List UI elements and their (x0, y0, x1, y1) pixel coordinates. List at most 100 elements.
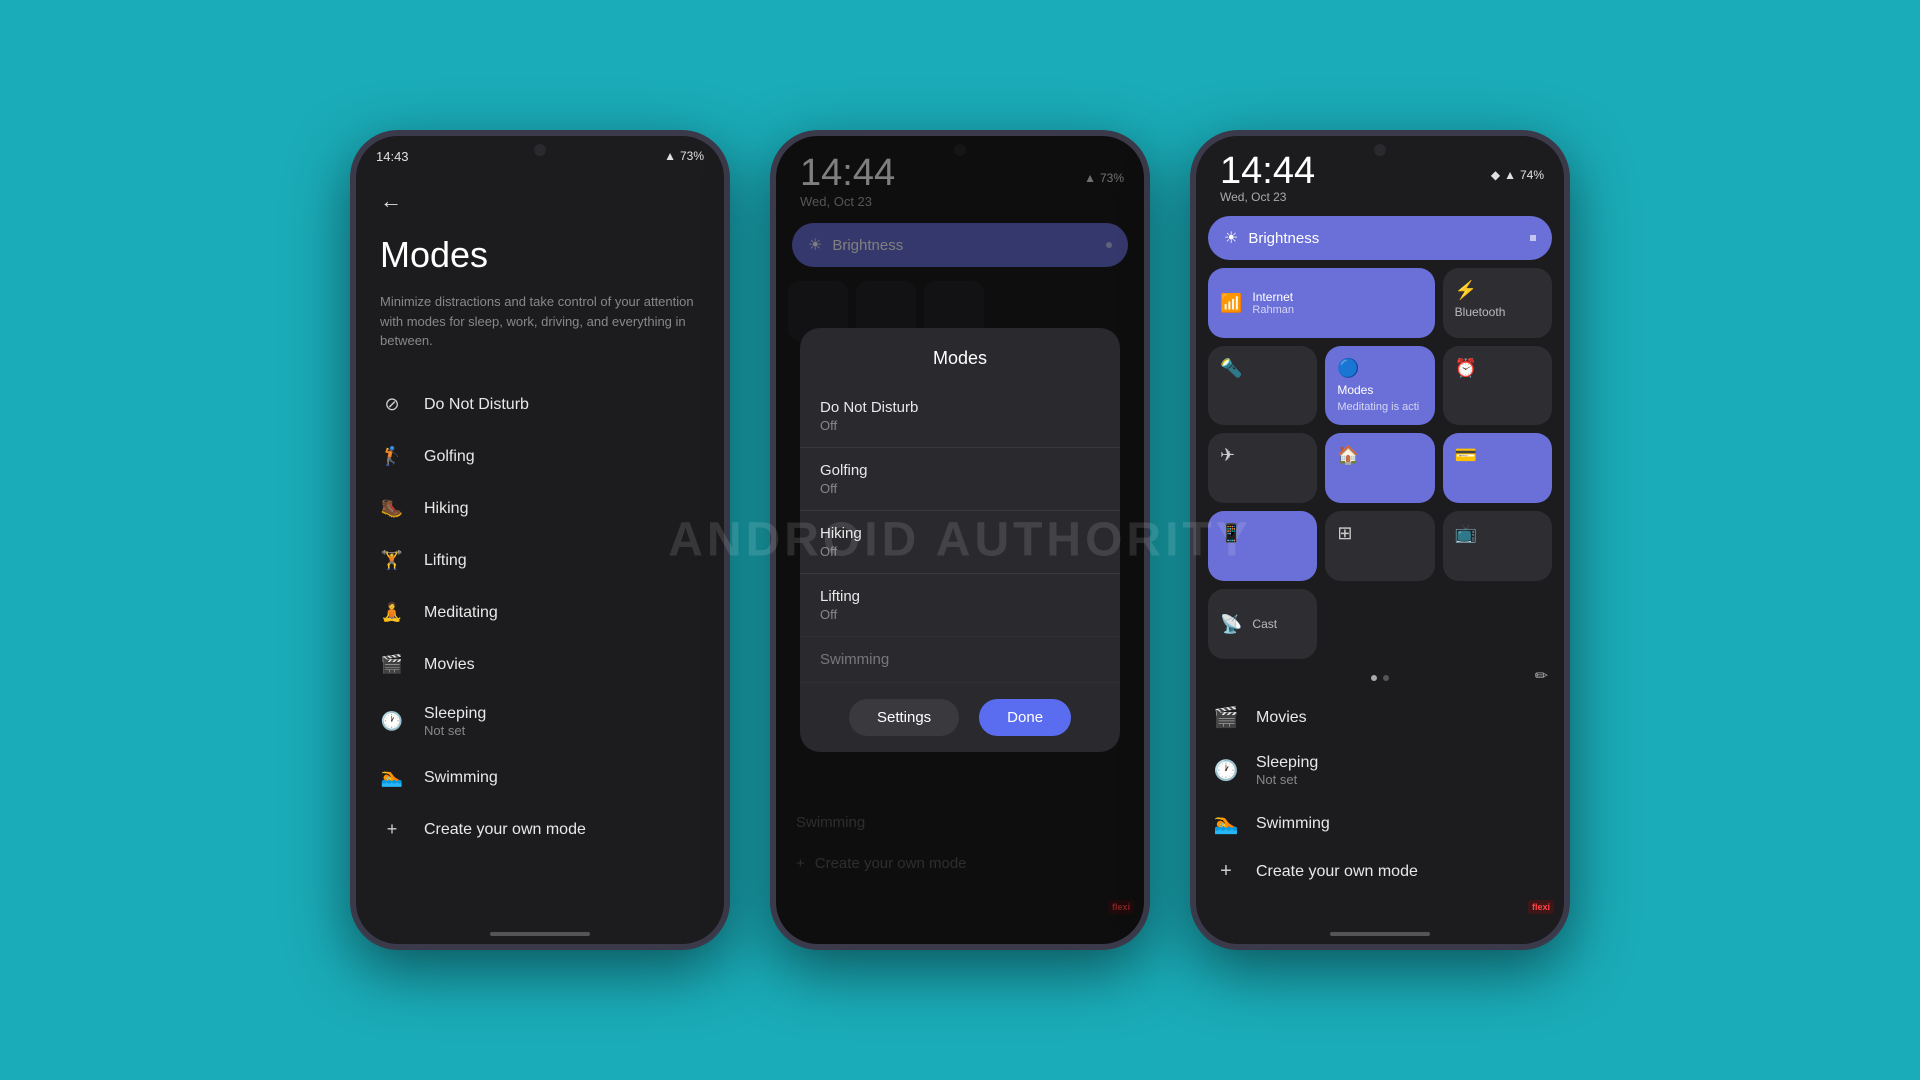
brightness-bar-3[interactable]: ☀ Brightness (1208, 216, 1552, 260)
signal-icon-3: ◆ (1491, 168, 1500, 182)
mode-item[interactable]: 🏊 Swimming (380, 752, 700, 804)
phonelink-tile[interactable]: 📱 (1208, 511, 1317, 581)
done-button[interactable]: Done (979, 699, 1071, 736)
modes-modal: Modes Do Not Disturb Off Golfing Off Hik… (800, 328, 1120, 752)
status-time-1: 14:43 (376, 149, 409, 164)
mode-icon: ⊘ (380, 393, 404, 417)
mode-item[interactable]: 🎬 Movies (380, 639, 700, 691)
mode-name: Golfing (424, 448, 475, 466)
mode-icon: 🏊 (380, 766, 404, 790)
modal-mode-name: Hiking (820, 525, 1100, 542)
modal-mode-item[interactable]: Hiking Off (800, 511, 1120, 574)
modal-title: Modes (800, 348, 1120, 369)
mode-name: Swimming (424, 769, 498, 787)
bluetooth-icon: ⚡ (1455, 280, 1540, 301)
qs-mode-name: Swimming (1256, 815, 1330, 833)
modal-mode-name: Golfing (820, 462, 1100, 479)
dot-2 (1383, 675, 1389, 681)
mode-name: Sleeping (424, 705, 486, 723)
cast-tile[interactable]: 📡 Cast (1208, 589, 1317, 659)
modal-swimming[interactable]: Swimming (800, 636, 1120, 683)
qs-mode-subtext: Not set (1256, 772, 1318, 787)
brightness-dot-3 (1530, 235, 1536, 241)
cast-label: Cast (1252, 617, 1277, 631)
qs-mode-item[interactable]: 🎬 Movies (1208, 693, 1552, 742)
page-controls: ✏ (1208, 667, 1552, 685)
mode-icon: + (380, 818, 404, 842)
modes-tile-sublabel: Meditating is acti (1337, 401, 1422, 413)
mode-name: Do Not Disturb (424, 396, 529, 414)
mode-name: Meditating (424, 604, 498, 622)
mode-icon: 🕐 (380, 709, 404, 733)
camera-dot-3 (1374, 144, 1386, 156)
qs-mode-icon: 🕐 (1212, 758, 1240, 783)
modal-mode-status: Off (820, 544, 1100, 559)
modal-mode-status: Off (820, 418, 1100, 433)
internet-sublabel: Rahman (1252, 304, 1294, 316)
internet-label: Internet (1252, 290, 1294, 304)
home-indicator-3 (1330, 932, 1430, 936)
mode-subtext: Not set (424, 723, 486, 738)
back-button-1[interactable]: ← (380, 188, 700, 214)
modes-subtitle: Minimize distractions and take control o… (380, 292, 700, 351)
wifi-tile-icon: 📶 (1220, 293, 1242, 314)
modes-tile-icon: 🔵 (1337, 358, 1422, 379)
flashlight-tile[interactable]: 🔦 (1208, 346, 1317, 425)
date-3: Wed, Oct 23 (1216, 190, 1315, 204)
qs-mode-item[interactable]: 🏊 Swimming (1208, 799, 1552, 848)
qs-mode-item[interactable]: + Create your own mode (1208, 848, 1552, 895)
modes-list: ⊘ Do Not Disturb 🏌 Golfing 🥾 Hiking 🏋 Li… (380, 379, 700, 856)
mode-item[interactable]: ⊘ Do Not Disturb (380, 379, 700, 431)
camera-dot (534, 144, 546, 156)
settings-button[interactable]: Settings (849, 699, 959, 736)
swimming-label: Swimming (820, 651, 1100, 668)
modal-mode-item[interactable]: Lifting Off (800, 574, 1120, 636)
modal-mode-name: Lifting (820, 588, 1100, 605)
modal-overlay: Modes Do Not Disturb Off Golfing Off Hik… (776, 136, 1144, 944)
modal-mode-item[interactable]: Do Not Disturb Off (800, 385, 1120, 448)
mode-name: Create your own mode (424, 821, 586, 839)
qs-mode-icon: 🎬 (1212, 705, 1240, 730)
modes-tile[interactable]: 🔵 Modes Meditating is acti (1325, 346, 1434, 425)
wifi-icon-1: ▲ (664, 149, 676, 163)
phone-3: 14:44 Wed, Oct 23 ◆ ▲ 74% ☀ Brightness 📶 (1190, 130, 1570, 950)
home-tile[interactable]: 🏠 (1325, 433, 1434, 503)
airplane-icon: ✈ (1220, 445, 1305, 466)
page-dots (1371, 667, 1389, 685)
modes-title: Modes (380, 234, 700, 276)
mode-name: Lifting (424, 552, 467, 570)
mode-name: Hiking (424, 500, 468, 518)
screen-icon: 📺 (1455, 523, 1540, 544)
mode-item[interactable]: 🏌 Golfing (380, 431, 700, 483)
qr-tile[interactable]: ⊞ (1325, 511, 1434, 581)
mode-icon: 🏋 (380, 549, 404, 573)
phone-1: 14:43 ▲ 73% ← Modes Minimize distraction… (350, 130, 730, 950)
qr-icon: ⊞ (1337, 523, 1422, 544)
qs-mode-name: Sleeping (1256, 754, 1318, 772)
modal-mode-status: Off (820, 481, 1100, 496)
mode-item[interactable]: + Create your own mode (380, 804, 700, 856)
qs-tiles-grid: 📶 Internet Rahman ⚡ Bluetooth 🔦 (1208, 268, 1552, 659)
alarm-tile[interactable]: ⏰ (1443, 346, 1552, 425)
airplane-tile[interactable]: ✈ (1208, 433, 1317, 503)
edit-button[interactable]: ✏ (1535, 666, 1548, 686)
battery-icon-1: 73% (680, 149, 704, 163)
internet-tile[interactable]: 📶 Internet Rahman (1208, 268, 1435, 338)
home-indicator-1 (490, 932, 590, 936)
bluetooth-tile[interactable]: ⚡ Bluetooth (1443, 268, 1552, 338)
qs-mode-icon: + (1212, 860, 1240, 883)
qs-mode-name: Create your own mode (1256, 863, 1418, 881)
mode-item[interactable]: 🏋 Lifting (380, 535, 700, 587)
mode-item[interactable]: 🧘 Meditating (380, 587, 700, 639)
wallet-tile[interactable]: 💳 (1443, 433, 1552, 503)
modal-mode-item[interactable]: Golfing Off (800, 448, 1120, 511)
watermark-3: flexi (1528, 900, 1554, 914)
mode-item[interactable]: 🥾 Hiking (380, 483, 700, 535)
mode-icon: 🎬 (380, 653, 404, 677)
mode-icon: 🏌 (380, 445, 404, 469)
modal-modes-list: Do Not Disturb Off Golfing Off Hiking Of… (800, 385, 1120, 636)
mode-item[interactable]: 🕐 Sleeping Not set (380, 691, 700, 752)
screen-tile[interactable]: 📺 (1443, 511, 1552, 581)
qs-mode-item[interactable]: 🕐 Sleeping Not set (1208, 742, 1552, 799)
brightness-icon-3: ☀ (1224, 228, 1238, 248)
